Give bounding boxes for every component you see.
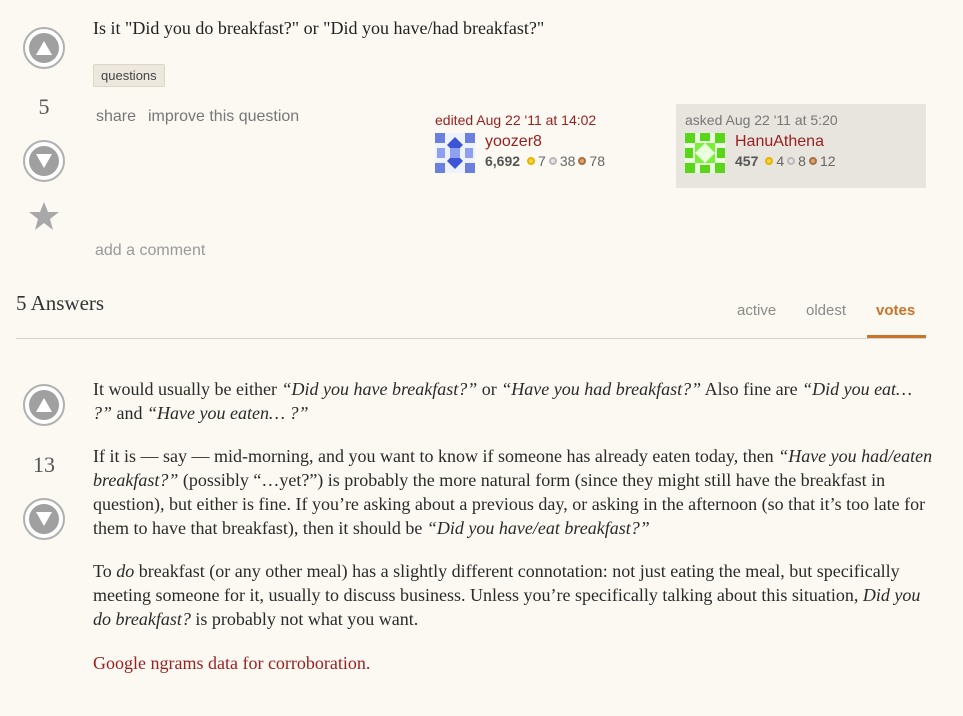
text-run: is probably not what you want. (190, 609, 419, 629)
reputation-score: 457 (735, 153, 759, 169)
bronze-badge-count: 12 (819, 153, 836, 169)
answers-count-heading: 5 Answers (16, 291, 105, 315)
question-vote-count: 5 (38, 94, 50, 119)
text-run: and (112, 403, 148, 423)
silver-badge-icon (787, 157, 796, 165)
gold-badge-icon (765, 157, 774, 165)
avatar[interactable] (685, 133, 725, 173)
star-icon (29, 202, 59, 230)
favorite-star-button[interactable] (28, 201, 60, 236)
active-tab-indicator (867, 335, 926, 338)
asker-reputation: 457 4 8 12 (735, 153, 836, 169)
answer-paragraph-3: To do breakfast (or any other meal) has … (93, 559, 933, 631)
text-run: do (116, 561, 135, 581)
question-text: Is it "Did you do breakfast?" or "Did yo… (93, 18, 545, 38)
text-run: It would usually be either (93, 379, 282, 399)
asker-username[interactable]: HanuAthena (735, 133, 836, 151)
tab-oldest[interactable]: oldest (806, 302, 846, 319)
answer-body: It would usually be either “Did you have… (93, 377, 933, 675)
answer-upvote-button[interactable] (23, 384, 65, 426)
asked-label: asked Aug 22 '11 at 5:20 (685, 112, 838, 128)
answer-downvote-button[interactable] (23, 498, 65, 540)
down-arrow-icon (36, 512, 52, 526)
gold-badge-count: 7 (538, 153, 546, 169)
silver-badge-count: 38 (559, 153, 576, 169)
gold-badge-count: 4 (776, 153, 785, 169)
text-run: If it is — say — mid-morning, and you wa… (93, 446, 779, 466)
downvote-button[interactable] (23, 140, 65, 182)
editor-username[interactable]: yoozer8 (485, 133, 605, 151)
silver-badge-icon (548, 157, 557, 165)
answer-paragraph-1: It would usually be either “Did you have… (93, 377, 933, 425)
bronze-badge-icon (578, 157, 587, 165)
edited-label: edited Aug 22 '11 at 14:02 (435, 112, 597, 128)
text-run: To (93, 561, 117, 581)
text-run: “Have you had breakfast?” (501, 379, 702, 399)
tab-votes[interactable]: votes (876, 302, 915, 319)
avatar[interactable] (435, 133, 475, 173)
improve-question-link[interactable]: improve this question (148, 108, 299, 126)
up-arrow-icon (36, 398, 52, 412)
ngrams-link[interactable]: Google ngrams data for corroboration. (93, 651, 933, 675)
upvote-button[interactable] (23, 27, 65, 69)
text-run: “Did you have/eat breakfast?” (426, 518, 650, 538)
bronze-badge-count: 78 (589, 153, 605, 169)
up-arrow-icon (36, 41, 52, 55)
text-run: breakfast (or any other meal) has a slig… (93, 561, 900, 605)
tab-active[interactable]: active (737, 302, 776, 319)
silver-badge-count: 8 (798, 153, 806, 169)
answer-paragraph-2: If it is — say — mid-morning, and you wa… (93, 444, 933, 540)
text-run: Also fine are (701, 379, 803, 399)
text-run: “Did you have breakfast?” (281, 379, 478, 399)
text-run: “Have you eaten… ?” (147, 403, 309, 423)
gold-badge-icon (527, 157, 536, 165)
share-link[interactable]: share (96, 108, 136, 126)
reputation-score: 6,692 (485, 153, 521, 169)
editor-reputation: 6,692 7 38 78 (485, 153, 605, 169)
divider (16, 338, 926, 339)
add-comment-link[interactable]: add a comment (95, 242, 205, 260)
edited-signature: edited Aug 22 '11 at 14:02 yoozer8 6,692… (435, 112, 635, 173)
down-arrow-icon (36, 154, 52, 168)
answer-vote-count: 13 (33, 452, 55, 477)
text-run: or (477, 379, 502, 399)
asked-signature: asked Aug 22 '11 at 5:20 HanuAthena 457 … (676, 104, 926, 188)
bronze-badge-icon (808, 157, 817, 165)
tag-questions[interactable]: questions (93, 64, 165, 87)
